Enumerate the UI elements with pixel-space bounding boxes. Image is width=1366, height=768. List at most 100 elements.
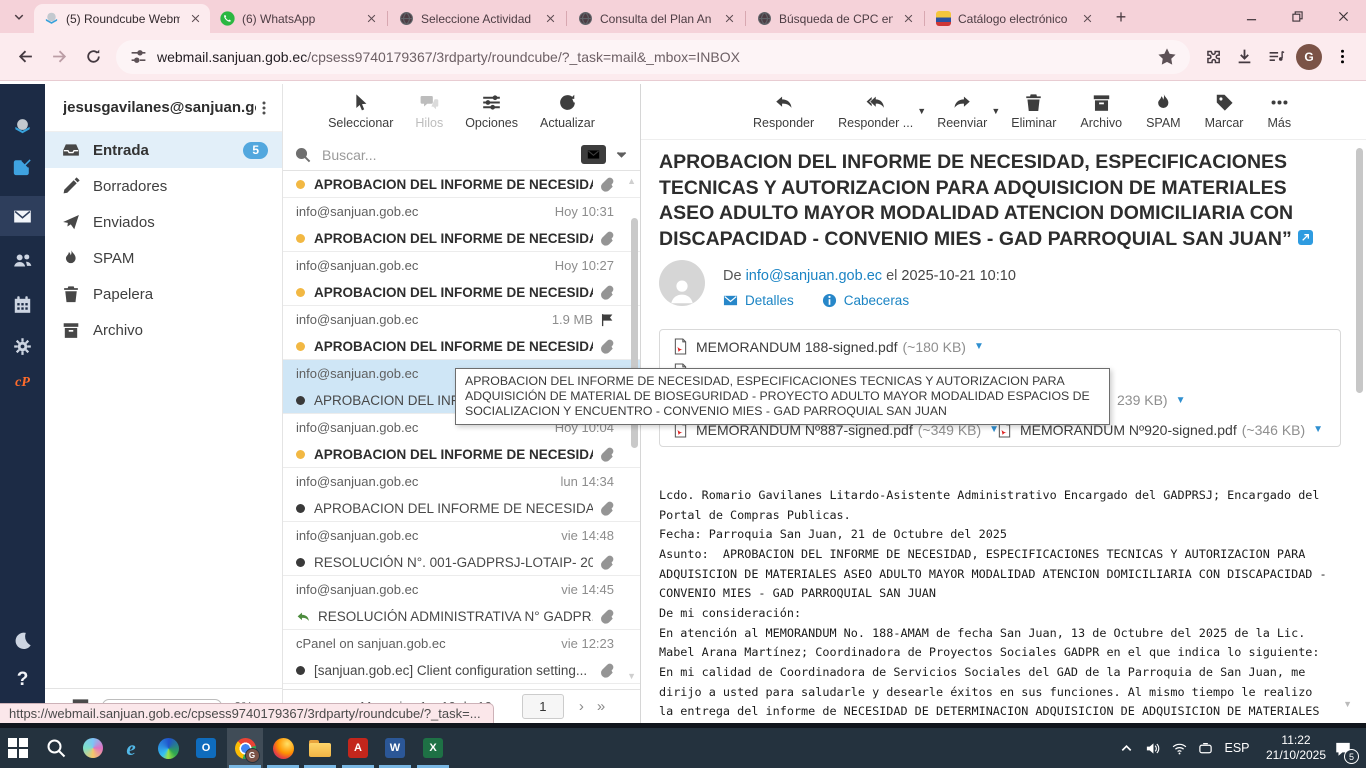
- browser-tab[interactable]: (6) WhatsApp: [210, 4, 386, 33]
- read-dot-icon[interactable]: [296, 396, 305, 405]
- folder-item-spam[interactable]: SPAM: [45, 240, 282, 276]
- search-options-chevron-icon[interactable]: [615, 148, 628, 161]
- attachment-menu-caret-icon[interactable]: ▼: [974, 341, 984, 352]
- list-scroll-down-icon[interactable]: ▼: [627, 671, 636, 681]
- tray-speaker-icon[interactable]: [1140, 728, 1164, 768]
- mail-icon[interactable]: [0, 196, 45, 236]
- toolbar-button-marcar[interactable]: Marcar: [1205, 93, 1244, 130]
- address-bar[interactable]: webmail.sanjuan.gob.ec/cpsess9740179367/…: [116, 40, 1190, 74]
- unread-dot-icon[interactable]: [296, 450, 305, 459]
- unread-dot-icon[interactable]: [296, 342, 305, 351]
- toolbar-button-hilos[interactable]: Hilos: [415, 93, 443, 130]
- taskbar-excel-icon[interactable]: X: [421, 736, 445, 760]
- tab-search-chevron-icon[interactable]: [6, 4, 32, 30]
- unread-dot-icon[interactable]: [296, 180, 305, 189]
- page-next-icon[interactable]: ›: [579, 698, 584, 715]
- taskbar-copilot-icon[interactable]: [81, 736, 105, 760]
- contacts-icon[interactable]: [0, 240, 45, 280]
- tray-display-icon[interactable]: [1193, 728, 1217, 768]
- toolbar-button-m-s[interactable]: Más: [1267, 93, 1291, 130]
- message-row[interactable]: info@sanjuan.gob.ec1.9 MBAPROBACION DEL …: [283, 306, 640, 360]
- tray-language[interactable]: ESP: [1220, 728, 1254, 768]
- toolbar-button-actualizar[interactable]: Actualizar: [540, 93, 595, 130]
- attachment-item[interactable]: MEMORANDUM 188-signed.pdf (~180 KB) ▼: [673, 338, 984, 355]
- toolbar-button-seleccionar[interactable]: Seleccionar: [328, 93, 393, 130]
- forward-icon[interactable]: [42, 40, 76, 74]
- browser-tab[interactable]: Consulta del Plan An: [568, 4, 744, 33]
- tab-close-icon[interactable]: [187, 11, 203, 27]
- message-row[interactable]: info@sanjuan.gob.eclun 14:34APROBACION D…: [283, 468, 640, 522]
- page-number-input[interactable]: [522, 694, 564, 719]
- taskbar-outlook-icon[interactable]: O: [194, 736, 218, 760]
- sender-email-link[interactable]: info@sanjuan.gob.ec: [746, 268, 882, 284]
- open-in-new-window-icon[interactable]: [1298, 230, 1313, 245]
- read-dot-icon[interactable]: [296, 504, 305, 513]
- message-row[interactable]: APROBACION DEL INFORME DE NECESIDA...: [283, 171, 640, 198]
- message-row[interactable]: info@sanjuan.gob.ecvie 14:48RESOLUCIÓN N…: [283, 522, 640, 576]
- attachment-menu-caret-icon[interactable]: ▼: [1176, 395, 1186, 406]
- browser-tab[interactable]: Catálogo electrónico: [926, 4, 1102, 33]
- folder-item-borradores[interactable]: Borradores: [45, 168, 282, 204]
- toolbar-button-responder[interactable]: Responder ...▼: [838, 93, 913, 130]
- taskbar-acrobat-icon[interactable]: A: [346, 736, 370, 760]
- toolbar-button-opciones[interactable]: Opciones: [465, 93, 518, 130]
- bookmark-star-icon[interactable]: [1158, 48, 1176, 66]
- window-minimize-icon[interactable]: [1228, 0, 1274, 33]
- cpanel-icon[interactable]: cP: [0, 363, 45, 403]
- read-dot-icon[interactable]: [296, 666, 305, 675]
- tab-close-icon[interactable]: [900, 11, 916, 27]
- compose-icon[interactable]: [0, 146, 45, 186]
- folder-item-enviados[interactable]: Enviados: [45, 204, 282, 240]
- reader-scrollbar-thumb[interactable]: [1356, 148, 1363, 393]
- reader-scroll-down-icon[interactable]: ▼: [1343, 699, 1352, 709]
- browser-tab[interactable]: Seleccione Actividad: [389, 4, 565, 33]
- message-row[interactable]: cPanel on sanjuan.gob.ecvie 12:23[sanjua…: [283, 630, 640, 684]
- page-last-icon[interactable]: »: [597, 698, 605, 715]
- taskbar-chrome-icon[interactable]: G: [233, 736, 257, 760]
- folder-item-papelera[interactable]: Papelera: [45, 276, 282, 312]
- profile-avatar[interactable]: G: [1296, 44, 1322, 70]
- tray-wifi-icon[interactable]: [1167, 728, 1191, 768]
- toolbar-button-eliminar[interactable]: Eliminar: [1011, 93, 1056, 130]
- window-close-icon[interactable]: [1320, 0, 1366, 33]
- browser-menu-kebab-icon[interactable]: [1326, 41, 1358, 73]
- unread-dot-icon[interactable]: [296, 234, 305, 243]
- search-input[interactable]: [320, 146, 572, 164]
- calendar-icon[interactable]: [0, 284, 45, 324]
- message-row[interactable]: info@sanjuan.gob.ecHoy 10:31APROBACION D…: [283, 198, 640, 252]
- taskbar-start-icon[interactable]: [6, 736, 30, 760]
- taskbar-firefox-icon[interactable]: [271, 736, 295, 760]
- site-settings-icon[interactable]: [130, 48, 147, 65]
- browser-tab[interactable]: (5) Roundcube Webm: [34, 4, 210, 33]
- flag-icon[interactable]: [600, 313, 614, 327]
- tab-close-icon[interactable]: [1079, 11, 1095, 27]
- taskbar-word-icon[interactable]: W: [383, 736, 407, 760]
- taskbar-file-explorer-icon[interactable]: [308, 736, 332, 760]
- tab-close-icon[interactable]: [721, 11, 737, 27]
- settings-gear-icon[interactable]: [0, 326, 45, 366]
- extensions-icon[interactable]: [1196, 41, 1228, 73]
- taskbar-edge-icon[interactable]: [156, 736, 180, 760]
- tab-close-icon[interactable]: [542, 11, 558, 27]
- toolbar-button-spam[interactable]: SPAM: [1146, 93, 1181, 130]
- download-icon[interactable]: [1228, 41, 1260, 73]
- toolbar-button-reenviar[interactable]: Reenviar▼: [937, 93, 987, 130]
- search-scope-icon[interactable]: [581, 145, 606, 164]
- message-row[interactable]: info@sanjuan.gob.ecHoy 10:27APROBACION D…: [283, 252, 640, 306]
- taskbar-internet-explorer-icon[interactable]: e: [119, 736, 143, 760]
- theme-moon-icon[interactable]: [0, 620, 45, 660]
- browser-tab[interactable]: Búsqueda de CPC en: [747, 4, 923, 33]
- tray-clock[interactable]: 11:22 21/10/2025: [1256, 733, 1336, 763]
- back-icon[interactable]: [8, 40, 42, 74]
- window-restore-icon[interactable]: [1274, 0, 1320, 33]
- unread-dot-icon[interactable]: [296, 288, 305, 297]
- message-row[interactable]: info@sanjuan.gob.ecvie 14:45RESOLUCIÓN A…: [283, 576, 640, 630]
- toolbar-button-archivo[interactable]: Archivo: [1080, 93, 1122, 130]
- attachment-menu-caret-icon[interactable]: ▼: [1313, 424, 1323, 435]
- dropdown-caret-icon[interactable]: ▼: [991, 106, 1000, 116]
- folder-item-archivo[interactable]: Archivo: [45, 312, 282, 348]
- reload-icon[interactable]: [76, 40, 110, 74]
- attachment-item-partial[interactable]: 239 KB) ▼: [1117, 392, 1186, 408]
- toolbar-button-responder[interactable]: Responder: [753, 93, 814, 130]
- account-menu-kebab-icon[interactable]: [256, 100, 272, 116]
